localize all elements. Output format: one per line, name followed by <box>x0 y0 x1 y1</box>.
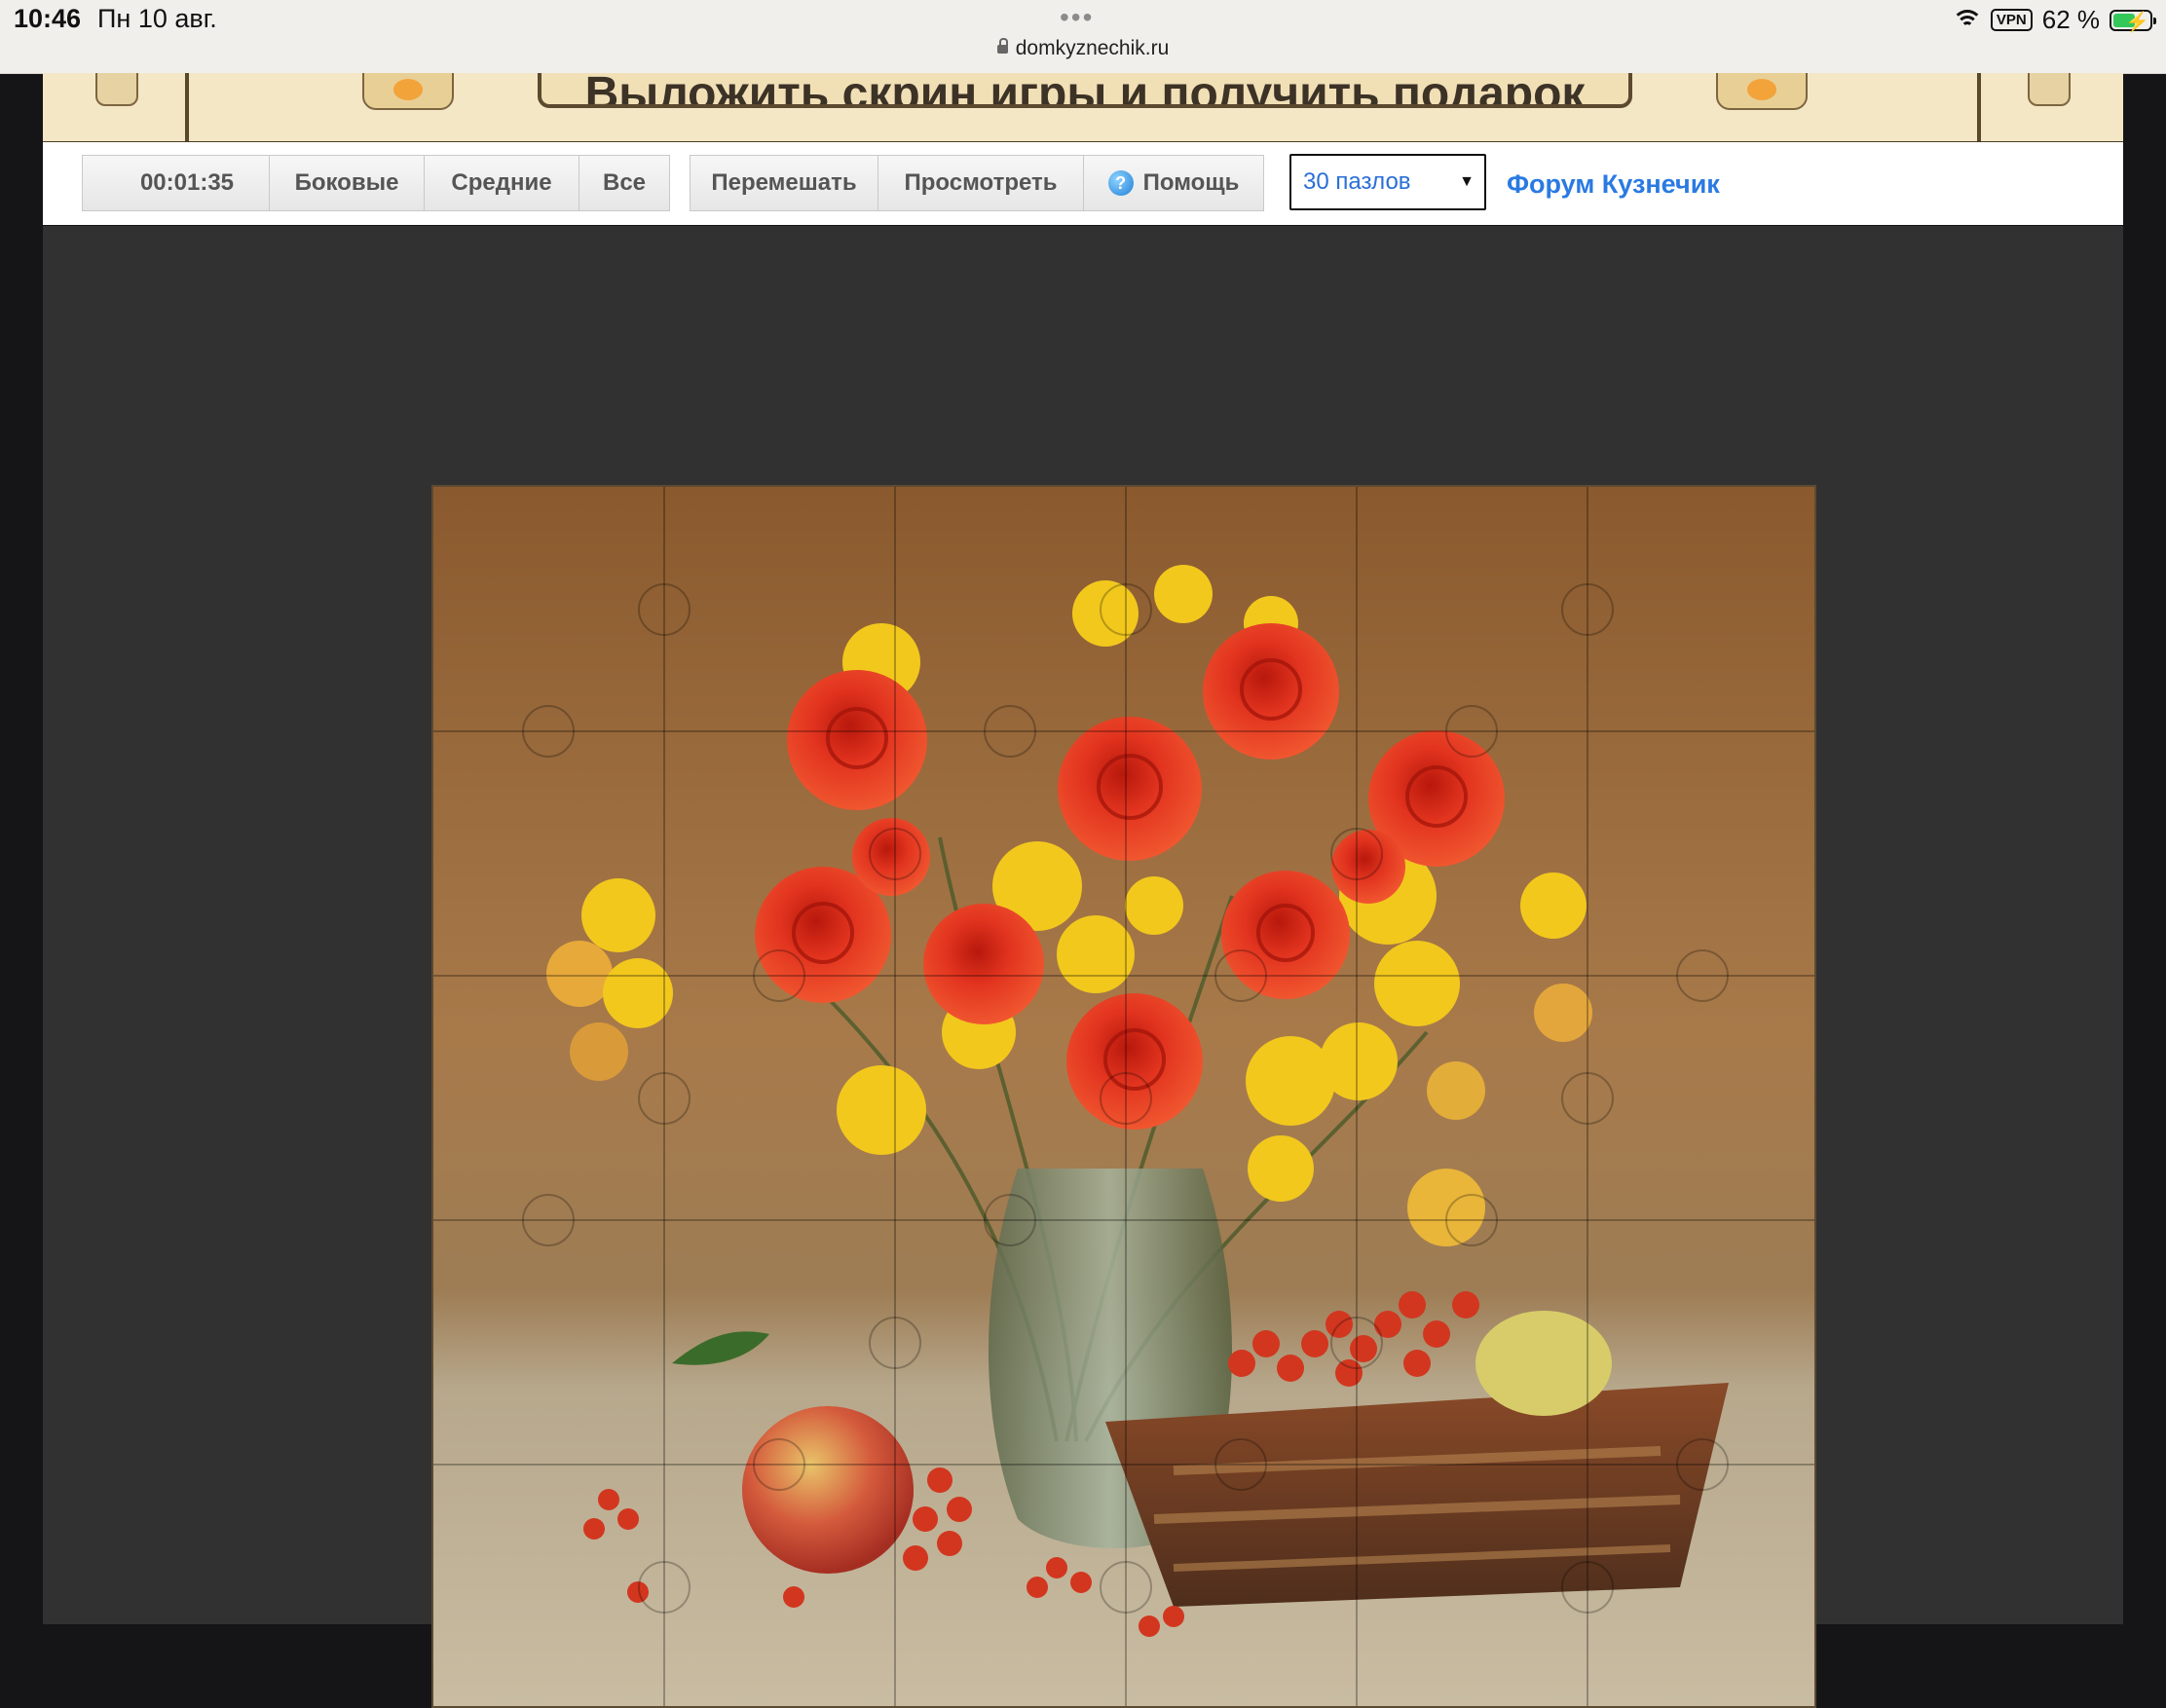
site-banner: Выложить скрин игры и получить подарок <box>43 73 2123 145</box>
forum-link[interactable]: Форум Кузнечик <box>1507 169 1720 200</box>
banner-decor-right <box>2028 73 2071 106</box>
grasshopper-logo-icon <box>1716 73 1808 110</box>
battery-icon: ⚡ <box>2110 9 2156 33</box>
battery-percent: 62 % <box>2041 5 2100 34</box>
screenshot-gift-button[interactable]: Выложить скрин игры и получить подарок <box>538 73 1632 108</box>
puzzle-image <box>433 487 1814 1706</box>
status-date: Пн 10 авг. <box>97 4 217 33</box>
pieces-count-value: 30 пазлов <box>1303 168 1411 195</box>
timer-display: 00:01:35 <box>82 155 292 211</box>
apple <box>742 1406 914 1574</box>
all-pieces-button[interactable]: Все <box>579 155 670 211</box>
lock-icon <box>996 38 1008 54</box>
puzzle-toolbar: 00:01:35 Боковые Средние Все Перемешать … <box>43 142 2123 225</box>
puzzle-board[interactable] <box>431 485 1816 1708</box>
status-time: 10:46 <box>14 4 82 33</box>
vpn-badge: VPN <box>1990 9 2033 31</box>
banner-decor-left <box>95 73 138 106</box>
preview-button[interactable]: Просмотреть <box>878 155 1084 211</box>
edge-pieces-button[interactable]: Боковые <box>269 155 425 211</box>
play-area <box>43 226 2123 1708</box>
multitask-dots-icon[interactable]: ••• <box>1060 2 1094 33</box>
url-text: domkyznechik.ru <box>1015 37 1170 59</box>
address-bar[interactable]: domkyznechik.ru <box>0 37 2166 60</box>
ios-status-bar: 10:46 Пн 10 авг. ••• domkyznechik.ru VPN… <box>0 0 2166 74</box>
dropdown-caret-icon: ▼ <box>1459 173 1475 190</box>
wicker-basket <box>1105 1383 1729 1607</box>
help-icon: ? <box>1107 170 1134 196</box>
wifi-icon <box>1951 9 1983 31</box>
chrysanthemums <box>546 565 1592 1246</box>
grasshopper-logo-icon <box>362 73 454 110</box>
help-label: Помощь <box>1142 169 1240 196</box>
shuffle-button[interactable]: Перемешать <box>690 155 878 211</box>
pieces-count-select[interactable]: 30 пазлов ▼ <box>1289 154 1486 210</box>
middle-pieces-button[interactable]: Средние <box>424 155 579 211</box>
status-indicators: VPN 62 % ⚡ <box>1951 5 2156 35</box>
help-button[interactable]: ? Помощь <box>1083 155 1264 211</box>
